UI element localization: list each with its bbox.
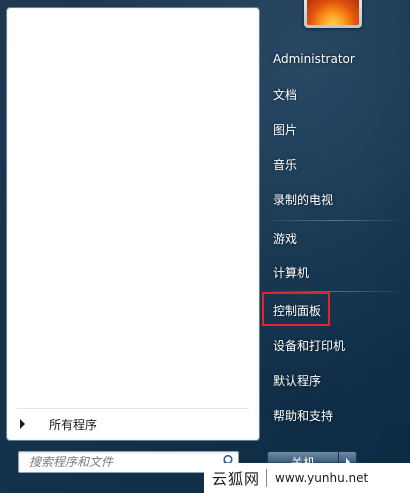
all-programs-divider: [17, 408, 249, 409]
help-support-link[interactable]: 帮助和支持: [264, 401, 398, 429]
menu-divider: [269, 220, 397, 221]
documents-link[interactable]: 文档: [264, 80, 398, 108]
pinned-programs-list: [7, 8, 259, 408]
control-panel-link[interactable]: 控制面板: [264, 296, 398, 324]
all-programs-button[interactable]: 所有程序: [13, 413, 251, 435]
music-link[interactable]: 音乐: [264, 150, 398, 178]
start-menu: 所有程序 Administrator 文档 图片 音乐 录制的电视 游戏 计算机…: [0, 0, 410, 493]
computer-link[interactable]: 计算机: [264, 258, 398, 286]
default-programs-link[interactable]: 默认程序: [264, 366, 398, 394]
watermark-divider: [266, 469, 268, 487]
watermark: 云狐网 www.yunhu.net: [204, 463, 410, 493]
watermark-url: www.yunhu.net: [275, 471, 369, 485]
games-link[interactable]: 游戏: [264, 224, 398, 252]
pictures-link[interactable]: 图片: [264, 115, 398, 143]
all-programs-label: 所有程序: [49, 417, 98, 432]
search-input[interactable]: [19, 452, 209, 472]
triangle-right-icon: [20, 419, 25, 429]
recorded-tv-link[interactable]: 录制的电视: [264, 185, 398, 213]
watermark-site-name: 云狐网: [212, 469, 261, 488]
menu-divider: [269, 291, 397, 292]
devices-printers-link[interactable]: 设备和打印机: [264, 331, 398, 359]
programs-pane: 所有程序: [6, 7, 260, 441]
user-folder-link[interactable]: Administrator: [264, 45, 398, 73]
avatar: [307, 0, 359, 25]
user-picture-frame[interactable]: [304, 0, 362, 28]
